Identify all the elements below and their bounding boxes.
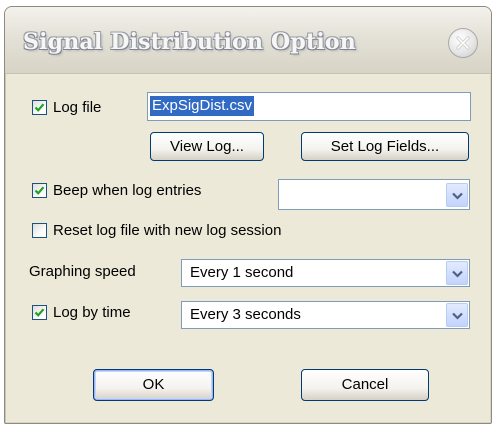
view-log-button[interactable]: View Log... [150,132,264,161]
dialog-body: Log file ExpSigDist.csv View Log... Set … [5,73,491,423]
beep-label: Beep when log entries [53,182,202,199]
graphing-speed-selected: Every 1 second [190,264,294,281]
checkmark-icon [34,103,45,112]
chevron-down-icon [452,312,463,320]
log-by-time-select[interactable]: Every 3 seconds [181,301,470,329]
beep-select[interactable] [278,179,470,210]
beep-checkbox[interactable] [32,183,47,198]
log-by-time-selected: Every 3 seconds [190,306,301,323]
reset-label: Reset log file with new log session [53,222,282,239]
window-title: Signal Distribution Option [23,29,356,55]
chevron-down-icon [452,270,463,278]
reset-checkbox[interactable] [32,223,47,238]
view-log-label: View Log... [170,138,244,155]
ok-button[interactable]: OK [93,369,214,401]
cancel-button[interactable]: Cancel [301,369,429,401]
set-log-fields-label: Set Log Fields... [330,138,440,155]
log-file-field[interactable]: ExpSigDist.csv [147,92,471,121]
close-button[interactable] [448,28,478,58]
ok-label: OK [142,376,165,393]
close-icon [456,36,470,50]
graphing-speed-dropdown-button[interactable] [446,261,468,285]
beep-dropdown-button[interactable] [446,183,468,207]
log-by-time-label: Log by time [53,304,131,321]
log-file-label: Log file [53,99,102,116]
log-file-checkbox[interactable] [32,100,47,115]
set-log-fields-button[interactable]: Set Log Fields... [301,132,469,161]
log-by-time-dropdown-button[interactable] [446,303,468,327]
graphing-speed-label: Graphing speed [29,263,136,280]
checkmark-icon [34,308,45,317]
log-file-value: ExpSigDist.csv [150,96,255,116]
title-bar[interactable]: Signal Distribution Option [5,7,491,74]
graphing-speed-select[interactable]: Every 1 second [181,259,470,287]
log-by-time-checkbox[interactable] [32,305,47,320]
chevron-down-icon [452,192,463,200]
dialog-window: Signal Distribution Option Log file ExpS… [4,6,492,424]
checkmark-icon [34,186,45,195]
cancel-label: Cancel [341,376,389,393]
